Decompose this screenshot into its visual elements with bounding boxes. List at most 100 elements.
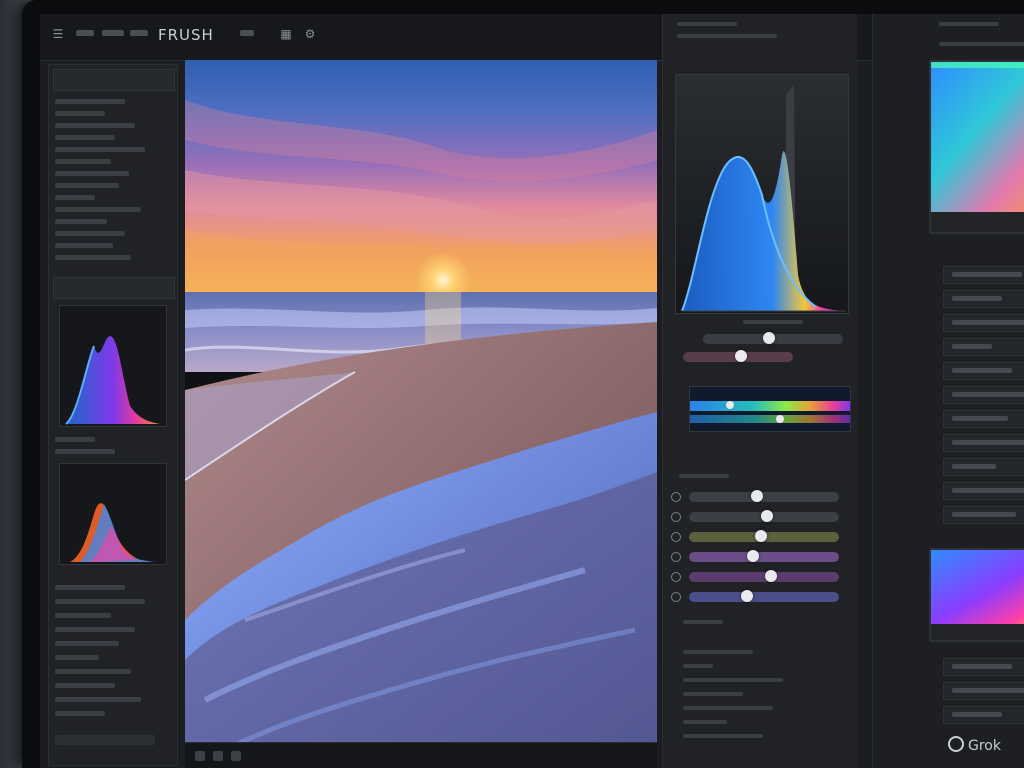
panel-row[interactable] — [55, 195, 95, 200]
panel-row[interactable] — [683, 678, 783, 682]
far-right-panel — [872, 14, 1024, 768]
panel-row[interactable] — [943, 658, 1024, 676]
panel-row[interactable] — [943, 314, 1024, 332]
panel-row[interactable] — [55, 599, 145, 604]
panel-row[interactable] — [683, 706, 773, 710]
panel-row[interactable] — [55, 207, 141, 212]
panel-row[interactable] — [55, 243, 113, 248]
grok-logo-icon — [948, 736, 964, 752]
fit-button[interactable] — [231, 751, 241, 761]
panel-row[interactable] — [55, 585, 125, 590]
left-panel-section[interactable] — [53, 277, 175, 299]
panel-row[interactable] — [55, 669, 131, 674]
panel-row[interactable] — [943, 290, 1024, 308]
toolbar-item[interactable] — [240, 30, 254, 36]
slider-toggle[interactable] — [671, 532, 681, 542]
slider-1[interactable] — [689, 490, 839, 502]
left-panel-header[interactable] — [53, 69, 175, 91]
panel-row[interactable] — [55, 627, 135, 632]
panel-row[interactable] — [943, 482, 1024, 500]
panel-row[interactable] — [683, 664, 713, 668]
slider-4[interactable] — [689, 550, 839, 562]
slider-knob[interactable] — [765, 570, 777, 582]
panel-row[interactable] — [55, 437, 95, 442]
beach-sunset-photo — [185, 60, 657, 768]
panel-row[interactable] — [743, 320, 803, 324]
slider-knob[interactable] — [741, 590, 753, 602]
panel-row[interactable] — [55, 219, 107, 224]
exposure-slider[interactable] — [703, 332, 843, 344]
app-window: ☰ FRUSH ▦ ⚙ — [40, 14, 1024, 768]
panel-row[interactable] — [943, 410, 1024, 428]
panel-row[interactable] — [55, 123, 135, 128]
panel-row[interactable] — [55, 641, 119, 646]
panel-row[interactable] — [55, 99, 125, 104]
panel-row[interactable] — [683, 692, 743, 696]
panel-row[interactable] — [55, 655, 99, 660]
menu-icon[interactable]: ☰ — [50, 26, 66, 42]
panel-row[interactable] — [55, 231, 125, 236]
slider-5[interactable] — [689, 570, 839, 582]
slider-knob[interactable] — [755, 530, 767, 542]
panel-row[interactable] — [679, 474, 729, 478]
panel-row[interactable] — [55, 183, 119, 188]
image-canvas[interactable] — [185, 60, 657, 768]
color-gradient — [931, 550, 1024, 640]
histogram-chart — [676, 75, 848, 313]
panel-row[interactable] — [55, 159, 111, 164]
panel-row[interactable] — [943, 434, 1024, 452]
panel-row[interactable] — [939, 22, 999, 26]
panel-row[interactable] — [55, 171, 129, 176]
slider-toggle[interactable] — [671, 572, 681, 582]
panel-row[interactable] — [55, 613, 111, 618]
right-panel — [662, 14, 857, 768]
slider-toggle[interactable] — [671, 592, 681, 602]
panel-row[interactable] — [677, 34, 777, 38]
panel-row[interactable] — [683, 734, 763, 738]
slider-knob[interactable] — [763, 332, 775, 344]
panel-row[interactable] — [55, 147, 145, 152]
panel-row[interactable] — [677, 22, 737, 26]
toolbar-item[interactable] — [102, 30, 124, 36]
panel-row[interactable] — [55, 683, 115, 688]
panel-row[interactable] — [943, 682, 1024, 700]
slider-toggle[interactable] — [671, 512, 681, 522]
temperature-slider[interactable] — [683, 350, 793, 362]
panel-row[interactable] — [55, 135, 115, 140]
bottom-toolbar[interactable] — [55, 735, 155, 745]
toolbar-item[interactable] — [76, 30, 94, 36]
slider-2[interactable] — [689, 510, 839, 522]
panel-row[interactable] — [683, 620, 723, 624]
panel-row[interactable] — [943, 362, 1024, 380]
panel-row[interactable] — [943, 706, 1024, 724]
panel-row[interactable] — [683, 650, 753, 654]
zoom-out-button[interactable] — [195, 751, 205, 761]
panel-row[interactable] — [55, 255, 131, 260]
settings-icon[interactable]: ⚙ — [302, 26, 318, 42]
color-histogram-thumbnail — [59, 463, 167, 565]
slider-knob[interactable] — [751, 490, 763, 502]
slider-toggle[interactable] — [671, 552, 681, 562]
panel-row[interactable] — [683, 720, 727, 724]
panel-row[interactable] — [943, 266, 1024, 284]
toolbar-item[interactable] — [130, 30, 148, 36]
slider-toggle[interactable] — [671, 492, 681, 502]
panel-row[interactable] — [943, 458, 1024, 476]
color-histogram-chart — [70, 503, 156, 562]
panel-row[interactable] — [943, 506, 1024, 524]
slider-6[interactable] — [689, 590, 839, 602]
slider-knob[interactable] — [747, 550, 759, 562]
slider-3[interactable] — [689, 530, 839, 542]
panel-row[interactable] — [939, 42, 1024, 46]
panel-row[interactable] — [55, 111, 105, 116]
zoom-in-button[interactable] — [213, 751, 223, 761]
panel-row[interactable] — [55, 711, 105, 716]
panel-row[interactable] — [943, 386, 1024, 404]
panel-row[interactable] — [943, 338, 1024, 356]
panel-row[interactable] — [55, 697, 141, 702]
slider-knob[interactable] — [735, 350, 747, 362]
left-panel — [48, 64, 178, 766]
slider-knob[interactable] — [761, 510, 773, 522]
panel-row[interactable] — [55, 449, 115, 454]
grid-icon[interactable]: ▦ — [278, 26, 294, 42]
